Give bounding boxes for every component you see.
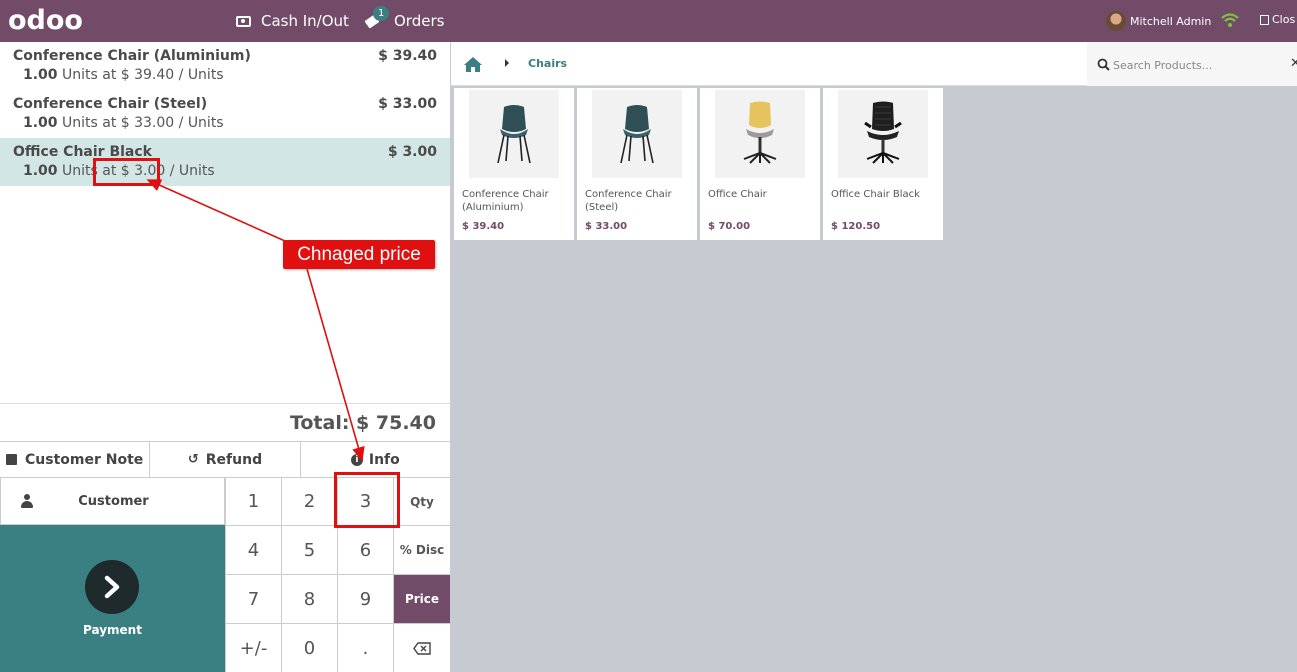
product-price: $ 120.50 [831,221,881,232]
backspace-icon [413,641,431,655]
product-name: Conference Chair (Steel) [585,189,672,213]
search-bar: ✕ [1087,42,1297,86]
product-image [715,90,805,178]
user-name: Mitchell Admin [1130,14,1212,28]
breadcrumb: Chairs ✕ [451,42,1297,86]
numpad-key-9[interactable]: 9 [337,574,393,623]
numpad-key-2[interactable]: 2 [281,477,337,525]
search-input[interactable] [1113,55,1283,75]
refund-label: Refund [205,451,263,468]
line-qty: 1.00 [23,163,58,179]
user-menu[interactable]: Mitchell Admin [1106,11,1211,31]
info-icon: i [350,453,363,466]
numpad-key-8[interactable]: 8 [281,574,337,623]
money-icon [236,15,251,27]
product-card[interactable]: Office Chair $ 70.00 [700,88,820,240]
product-image [469,90,559,178]
numpad-key-1[interactable]: 1 [225,477,281,525]
odoo-logo[interactable]: odoo [8,6,83,36]
chevron-right-icon [85,560,139,614]
caret-right-icon [505,59,509,67]
numpad-key-plus-minus[interactable]: +/- [225,623,281,672]
order-line[interactable]: Conference Chair (Steel) $ 33.00 1.00 Un… [0,90,450,138]
top-navbar: odoo Cash In/Out 1 Orders Mitchell Admin… [0,0,1297,42]
clear-search-icon[interactable]: ✕ [1290,56,1297,71]
product-name: Office Chair Black [831,189,920,200]
sign-out-icon [1260,14,1269,25]
line-price: $ 33.00 [378,96,437,112]
wifi-icon [1221,13,1239,27]
backspace-button[interactable] [393,623,450,672]
product-price: $ 39.40 [462,221,505,232]
order-summary: Total: $ 75.40 [0,403,450,441]
line-product-name: Conference Chair (Steel) [13,96,208,112]
mode-discount-button[interactable]: % Disc [393,525,450,574]
product-card[interactable]: Office Chair Black $ 120.50 [823,88,943,240]
line-unit-info: Units at $ 39.40 / Units [57,67,224,83]
numpad-key-4[interactable]: 4 [225,525,281,574]
close-label: Clos [1272,13,1296,26]
numpad-key-decimal[interactable]: . [337,623,393,672]
numpad-key-7[interactable]: 7 [225,574,281,623]
line-price: $ 3.00 [387,144,437,160]
line-qty: 1.00 [23,115,58,131]
avatar [1106,11,1126,31]
product-image [592,90,682,178]
product-name: Office Chair [708,189,767,200]
orders-label: Orders [394,12,445,30]
numpad-key-6[interactable]: 6 [337,525,393,574]
cash-in-out-button[interactable]: Cash In/Out [236,0,349,42]
product-price: $ 33.00 [585,221,628,232]
orders-count-badge: 1 [373,6,390,21]
customer-note-label: Customer Note [25,451,144,468]
numpad-key-5[interactable]: 5 [281,525,337,574]
numpad-key-0[interactable]: 0 [281,623,337,672]
search-icon [1097,58,1110,71]
cash-in-out-label: Cash In/Out [261,12,349,30]
mode-qty-button[interactable]: Qty [393,477,450,525]
customer-label: Customer [78,493,149,509]
breadcrumb-category-chairs[interactable]: Chairs [528,57,567,70]
line-product-name: Conference Chair (Aluminium) [13,48,251,64]
product-card[interactable]: Conference Chair (Steel) $ 33.00 [577,88,697,240]
line-info: 1.00 Units at $ 39.40 / Units [23,67,224,83]
order-lines: Conference Chair (Aluminium) $ 39.40 1.0… [0,42,450,403]
product-name: Conference Chair (Aluminium) [462,189,549,213]
payment-label: Payment [83,623,142,637]
payment-button[interactable]: Payment [0,525,225,672]
customer-button[interactable]: Customer [0,477,225,525]
products-pane: Chairs ✕ Conference Chair (Aluminium) $ … [451,42,1297,672]
refund-button[interactable]: ↺ Refund [150,442,301,477]
annotation-highlight-key-3 [334,472,400,528]
orders-button[interactable]: 1 Orders [364,0,444,42]
product-price: $ 70.00 [708,221,751,232]
close-session-button[interactable]: Clos [1260,13,1295,26]
info-label: Info [368,451,400,468]
order-line-selected[interactable]: Office Chair Black $ 3.00 1.00 Units at … [0,138,450,186]
order-total: Total: $ 75.40 [289,412,436,434]
sticky-note-icon [6,454,18,465]
line-unit-info: Units at $ 33.00 / Units [57,115,224,131]
order-pane: Conference Chair (Aluminium) $ 39.40 1.0… [0,42,450,672]
annotation-label: Chnaged price [283,240,435,269]
customer-note-button[interactable]: Customer Note [0,442,151,477]
undo-icon: ↺ [187,452,199,467]
line-price: $ 39.40 [378,48,437,64]
order-line[interactable]: Conference Chair (Aluminium) $ 39.40 1.0… [0,42,450,90]
home-icon[interactable] [463,56,483,73]
mode-price-button[interactable]: Price [393,574,450,623]
ticket-icon: 1 [364,6,390,29]
line-qty: 1.00 [23,67,58,83]
product-image [838,90,928,178]
line-info: 1.00 Units at $ 33.00 / Units [23,115,224,131]
annotation-highlight-price [93,158,160,186]
product-card[interactable]: Conference Chair (Aluminium) $ 39.40 [454,88,574,240]
